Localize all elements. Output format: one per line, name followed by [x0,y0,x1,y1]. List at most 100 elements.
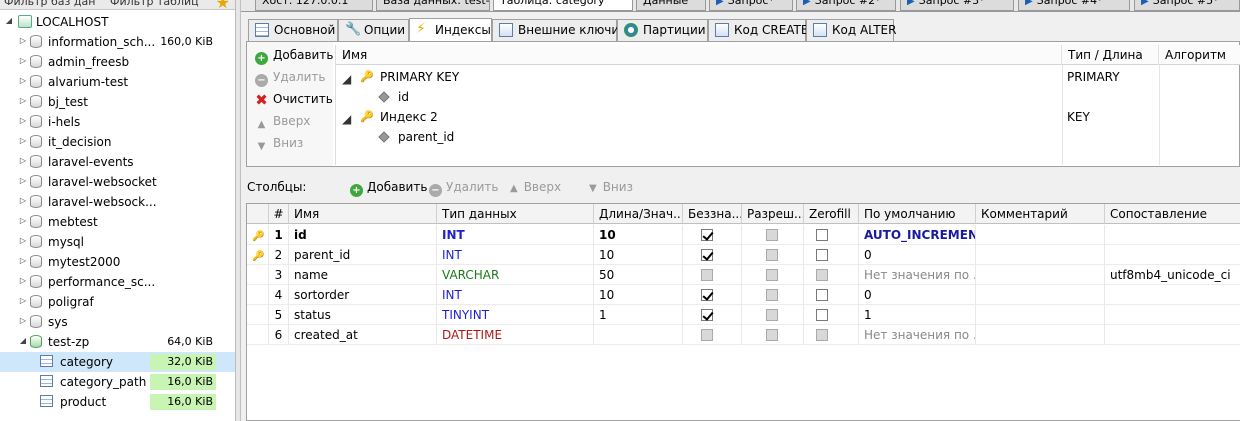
index-column-row[interactable]: parent_id [336,127,1240,147]
unsigned-checkbox[interactable] [701,229,713,241]
grid-header-name[interactable]: Имя [289,204,437,224]
expand-icon[interactable]: ▷ [18,96,28,106]
panel-splitter[interactable] [236,0,241,421]
tree-database[interactable]: ◢ test-zp 64,0 KiB [0,332,235,352]
cell-type[interactable]: DATETIME [437,325,594,345]
cell-unsigned[interactable] [683,325,742,345]
cell-nullable[interactable] [742,245,804,265]
unsigned-checkbox[interactable] [701,309,713,321]
cell-name[interactable]: status [289,305,437,325]
zerofill-checkbox[interactable] [816,329,828,341]
cell-default[interactable]: 1 [859,305,976,325]
grid-header-comment[interactable]: Комментарий [976,204,1105,224]
cell-default[interactable]: Нет значения по ... [859,265,976,285]
sub-tab[interactable]: Основной [248,19,338,41]
grid-header-zerofill[interactable]: Zerofill [804,204,859,224]
cell-num[interactable]: 1 [269,225,289,245]
collapse-icon[interactable]: ◢ [342,72,351,86]
table-row[interactable]: 🔑 1 id INT 10 AUTO_INCREMENT [247,225,1240,245]
grid-header-unsigned[interactable]: Беззна... [683,204,742,224]
zerofill-checkbox[interactable] [816,269,828,281]
cell-nullable[interactable] [742,225,804,245]
collapse-icon[interactable]: ◢ [18,336,28,346]
expand-icon[interactable]: ▷ [18,56,28,66]
sub-tab[interactable]: 🔧 Опции [338,19,409,41]
doc-tab[interactable]: ▶ Запрос #4* [1018,0,1130,11]
cell-num[interactable]: 6 [269,325,289,345]
tree-root[interactable]: ◢ LOCALHOST [0,12,235,32]
grid-header-nullable[interactable]: Разреш... [742,204,804,224]
grid-header-type[interactable]: Тип данных [437,204,594,224]
cell-nullable[interactable] [742,265,804,285]
cell-comment[interactable] [976,225,1105,245]
index-up-button[interactable]: ▲ Вверх [255,112,311,130]
grid-header-collation[interactable]: Сопоставление [1105,204,1240,224]
cell-comment[interactable] [976,265,1105,285]
cell-comment[interactable] [976,325,1105,345]
tree-database[interactable]: ▷ mebtest [0,212,235,232]
cell-unsigned[interactable] [683,285,742,305]
cell-default[interactable]: AUTO_INCREMENT [859,225,976,245]
cell-zerofill[interactable] [804,225,859,245]
tree-database[interactable]: ▷ laravel-events [0,152,235,172]
zerofill-checkbox[interactable] [816,289,828,301]
tree-database[interactable]: ▷ mytest2000 [0,252,235,272]
tree-database[interactable]: ▷ laravel-websocket [0,172,235,192]
tree-database[interactable]: ▷ i-hels [0,112,235,132]
index-delete-button[interactable]: − Удалить [255,68,326,87]
cell-collation[interactable] [1105,325,1240,345]
cell-name[interactable]: id [289,225,437,245]
cell-unsigned[interactable] [683,305,742,325]
expand-icon[interactable]: ▷ [18,136,28,146]
grid-header-default[interactable]: По умолчанию [859,204,976,224]
unsigned-checkbox[interactable] [701,269,713,281]
cell-length[interactable] [594,325,683,345]
zerofill-checkbox[interactable] [816,229,828,241]
sub-tab[interactable]: Код ALTER [806,19,896,41]
cell-comment[interactable] [976,285,1105,305]
cell-name[interactable]: name [289,265,437,285]
zerofill-checkbox[interactable] [816,309,828,321]
doc-tab[interactable]: ▶ Запрос* [709,0,793,11]
cell-zerofill[interactable] [804,265,859,285]
cell-default[interactable]: 0 [859,245,976,265]
tree-table[interactable]: product 16,0 KiB [0,392,235,412]
cell-num[interactable]: 3 [269,265,289,285]
cell-type[interactable]: INT [437,225,594,245]
nullable-checkbox[interactable] [766,309,778,321]
column-up-button[interactable]: ▲ Вверх [510,178,561,198]
index-tree[interactable]: Имя Тип / Длина Алгоритм ◢ 🔑 PRIMARY KEY PR… [335,45,1240,165]
tree-database[interactable]: ▷ laravel-websock... [0,192,235,212]
cell-num[interactable]: 5 [269,305,289,325]
index-row[interactable]: ◢ 🔑 PRIMARY KEY PRIMARY [336,67,1240,87]
zerofill-checkbox[interactable] [816,249,828,261]
cell-zerofill[interactable] [804,285,859,305]
table-row[interactable]: 6 created_at DATETIME Нет значения по ... [247,325,1240,345]
sub-tab[interactable]: Код CREATE [708,19,808,41]
expand-icon[interactable]: ▷ [18,116,28,126]
tree-database[interactable]: ▷ mysql [0,232,235,252]
cell-length[interactable]: 1 [594,305,683,325]
collapse-icon[interactable]: ◢ [342,112,351,126]
database-tree[interactable]: Фильтр баз дан Фильтр таблиц ★ ◢ LOCALHO… [0,0,236,421]
cell-comment[interactable] [976,245,1105,265]
nullable-checkbox[interactable] [766,329,778,341]
doc-tab[interactable]: Хост: 127.0.0.1 [255,0,373,11]
index-clear-button[interactable]: ✖ Очистить [255,90,333,108]
cell-collation[interactable] [1105,305,1240,325]
expand-icon[interactable]: ▷ [18,296,28,306]
table-row[interactable]: 4 sortorder INT 10 0 [247,285,1240,305]
index-header-type[interactable]: Тип / Длина [1062,45,1159,65]
cell-collation[interactable]: utf8mb4_unicode_ci [1105,265,1240,285]
expand-icon[interactable]: ▷ [18,316,28,326]
unsigned-checkbox[interactable] [701,289,713,301]
table-row[interactable]: 3 name VARCHAR 50 Нет значения по ... utf8mb4… [247,265,1240,285]
cell-type[interactable]: INT [437,285,594,305]
doc-tab[interactable]: ▶ Запрос #5* [1134,0,1240,11]
doc-tab[interactable]: ▶ Запрос #2* [796,0,896,11]
index-row[interactable]: ◢ 🔑 Индекс 2 KEY [336,107,1240,127]
tree-database[interactable]: ▷ poligraf [0,292,235,312]
favorite-star-icon[interactable]: ★ [216,0,230,9]
cell-unsigned[interactable] [683,265,742,285]
doc-tab[interactable]: База данных: test-zp [376,0,490,11]
